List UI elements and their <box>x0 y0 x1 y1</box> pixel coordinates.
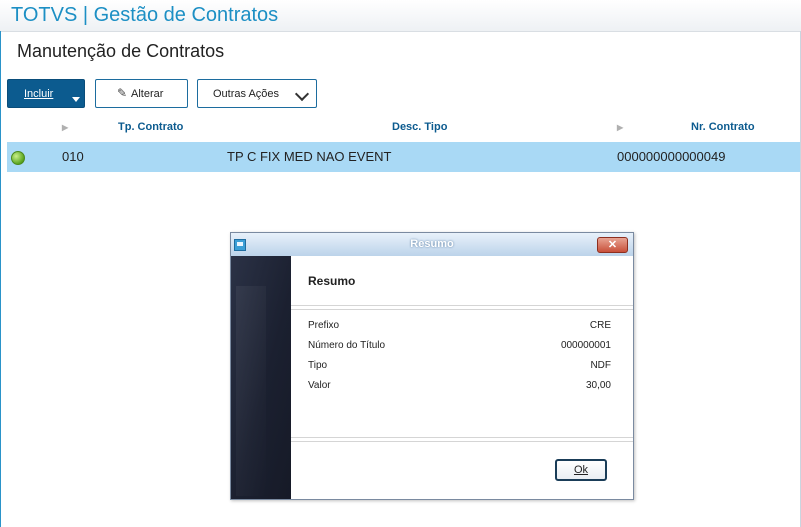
sort-arrow-icon[interactable]: ▶ <box>62 123 68 132</box>
field-label: Prefixo <box>308 320 340 331</box>
field-value: CRE <box>589 320 611 331</box>
cell-desc-tipo: TP C FIX MED NAO EVENT <box>227 149 392 164</box>
app-title: TOTVS | Gestão de Contratos <box>11 4 279 26</box>
incluir-label: Incluir <box>24 88 54 100</box>
status-green-icon <box>11 151 25 165</box>
pencil-icon: ✎ <box>117 86 128 100</box>
ok-button[interactable]: Ok <box>555 459 607 481</box>
resumo-dialog: Resumo ✕ Resumo Prefixo CRE Número do Tí… <box>230 232 634 500</box>
section-title: Resumo <box>308 274 356 288</box>
cell-tp-contrato: 010 <box>62 149 84 164</box>
field-row-numero-titulo: Número do Título 000000001 <box>308 340 611 356</box>
field-value: 30,00 <box>585 380 611 391</box>
field-value: 000000001 <box>560 340 611 351</box>
field-row-tipo: Tipo NDF <box>308 360 611 376</box>
sort-arrow-icon[interactable]: ▶ <box>617 123 623 132</box>
cell-nr-contrato: 000000000000049 <box>617 149 726 164</box>
dialog-titlebar[interactable]: Resumo ✕ <box>231 233 633 256</box>
column-header-nr-contrato[interactable]: Nr. Contrato <box>691 121 755 133</box>
field-row-valor: Valor 30,00 <box>308 380 611 396</box>
field-value: NDF <box>590 360 611 371</box>
dialog-title: Resumo <box>410 238 454 250</box>
alterar-label: Alterar <box>131 88 164 100</box>
caret-down-icon[interactable] <box>72 97 80 102</box>
chevron-down-icon <box>294 86 310 102</box>
outras-acoes-button[interactable]: Outras Ações <box>197 79 317 108</box>
column-header-desc-tipo[interactable]: Desc. Tipo <box>392 121 447 133</box>
field-label: Tipo <box>308 360 328 371</box>
dialog-side-banner <box>231 256 291 499</box>
alterar-button[interactable]: ✎ Alterar <box>95 79 188 108</box>
grid-header: ▶ Tp. Contrato Desc. Tipo ▶ Nr. Contrato <box>7 116 800 140</box>
field-row-prefixo: Prefixo CRE <box>308 320 611 336</box>
field-label: Valor <box>308 380 331 391</box>
app-header: TOTVS | Gestão de Contratos <box>0 0 801 32</box>
divider <box>291 305 633 310</box>
table-row[interactable]: 010 TP C FIX MED NAO EVENT 0000000000000… <box>7 142 800 172</box>
ok-label: Ok <box>573 464 589 476</box>
close-icon[interactable]: ✕ <box>597 237 628 253</box>
outras-acoes-label: Outras Ações <box>213 88 280 100</box>
page-title: Manutenção de Contratos <box>17 41 225 61</box>
column-header-tp-contrato[interactable]: Tp. Contrato <box>118 121 183 133</box>
divider <box>291 437 633 442</box>
incluir-button[interactable]: Incluir <box>7 79 85 108</box>
field-label: Número do Título <box>308 340 386 351</box>
left-border <box>0 31 1 527</box>
